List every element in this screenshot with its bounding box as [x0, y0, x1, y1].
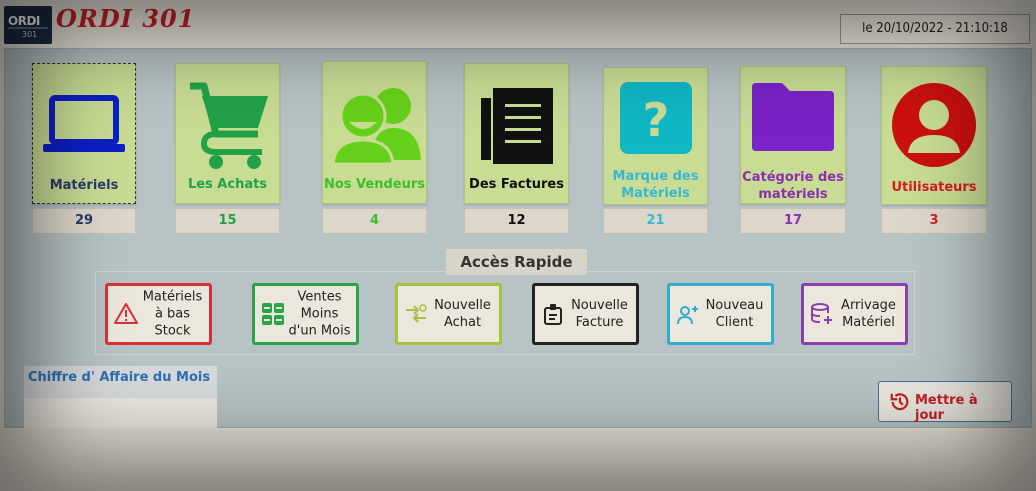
- revenue-title: Chiffre d' Affaire du Mois: [28, 370, 211, 385]
- tile-achats[interactable]: Les Achats: [175, 63, 280, 204]
- button-label: Matériels à bas Stock: [142, 289, 203, 339]
- button-label: Ventes Moins d'un Mois: [288, 289, 351, 339]
- tile-label: Les Achats: [187, 177, 268, 192]
- low-stock-button[interactable]: Matériels à bas Stock: [105, 283, 212, 345]
- count-materiels: 29: [32, 208, 136, 234]
- laptop-icon: [33, 94, 135, 156]
- add-user-icon: [677, 306, 698, 325]
- tile-utilisateurs[interactable]: Utilisateurs: [881, 66, 987, 205]
- database-add-icon: [811, 303, 832, 324]
- update-button[interactable]: Mettre à jour: [878, 381, 1012, 423]
- datetime-display: le 20/10/2022 - 21:10:18: [840, 14, 1030, 44]
- count-utilisateurs: 3: [881, 208, 987, 234]
- tile-factures[interactable]: Des Factures: [464, 63, 569, 204]
- logo-subtext: 301: [22, 30, 38, 39]
- invoice-icon: [465, 84, 568, 166]
- count-marques: 21: [603, 208, 708, 234]
- tile-label: Des Factures: [469, 177, 564, 192]
- revenue-panel: Chiffre d' Affaire du Mois: [24, 366, 217, 428]
- count-achats: 15: [175, 208, 280, 234]
- header-bar: ORDI 301 ORDI 301 le 20/10/2022 - 21:10:…: [0, 0, 1036, 48]
- count-categories: 17: [740, 208, 846, 234]
- button-label: Nouveau Client: [705, 298, 764, 330]
- status-strip: [0, 429, 1036, 491]
- tile-label: Nos Vendeurs: [323, 177, 426, 192]
- folder-icon: [741, 81, 845, 153]
- app-title: ORDI 301: [56, 4, 196, 33]
- svg-text:?: ?: [642, 93, 669, 147]
- users-icon: [323, 82, 426, 164]
- new-purchase-button[interactable]: Nouvelle Achat: [395, 283, 502, 345]
- app-logo: ORDI 301: [4, 6, 52, 44]
- user-icon: [882, 81, 986, 169]
- new-invoice-button[interactable]: Nouvelle Facture: [532, 283, 639, 345]
- tile-materiels[interactable]: Matériels: [32, 63, 136, 204]
- count-vendeurs: 4: [322, 208, 427, 234]
- button-label: Nouvelle Achat: [434, 298, 491, 330]
- tile-label: Utilisateurs: [891, 180, 977, 195]
- tile-label: Matériels: [49, 178, 119, 193]
- new-client-button[interactable]: Nouveau Client: [667, 283, 774, 345]
- button-label: Nouvelle Facture: [571, 298, 628, 330]
- history-icon: [890, 393, 909, 411]
- tile-categories[interactable]: Catégorie des matériels: [740, 66, 846, 204]
- logo-text: ORDI: [8, 14, 40, 28]
- quick-access-title: Accès Rapide: [446, 249, 587, 275]
- button-label: Arrivage Matériel: [841, 298, 896, 330]
- tile-label: Marque des Matériels: [612, 169, 699, 201]
- question-icon: ?: [604, 80, 707, 156]
- clipboard-icon: [544, 304, 562, 325]
- revenue-content: [24, 398, 217, 428]
- warning-icon: [114, 303, 138, 324]
- material-arrival-button[interactable]: Arrivage Matériel: [801, 283, 908, 345]
- update-label: Mettre à jour: [915, 393, 978, 423]
- count-factures: 12: [464, 208, 569, 234]
- tile-label: Catégorie des matériels: [742, 170, 844, 202]
- tile-marques[interactable]: ? Marque des Matériels: [603, 67, 708, 205]
- quick-access-panel: [95, 271, 915, 355]
- tile-vendeurs[interactable]: Nos Vendeurs: [322, 61, 427, 204]
- cart-icon: [176, 78, 279, 170]
- grid-icon: [262, 303, 284, 325]
- exchange-icon: [406, 304, 427, 323]
- recent-sales-button[interactable]: Ventes Moins d'un Mois: [252, 283, 359, 345]
